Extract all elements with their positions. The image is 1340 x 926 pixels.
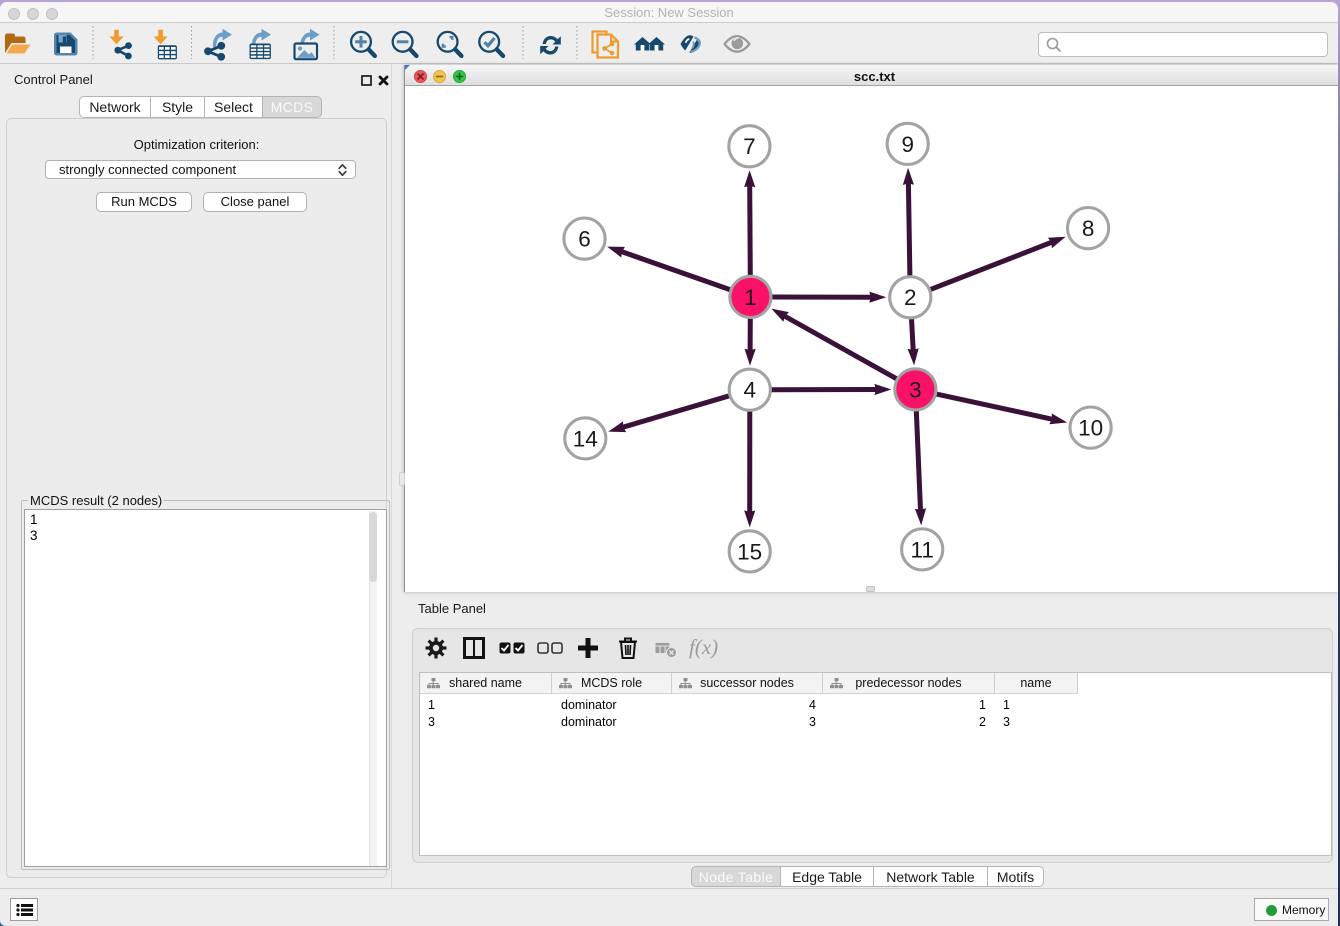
svg-text:14: 14 <box>573 426 598 451</box>
svg-text:3: 3 <box>909 377 922 402</box>
svg-text:11: 11 <box>911 537 934 562</box>
svg-text:10: 10 <box>1078 416 1103 441</box>
svg-text:6: 6 <box>578 227 591 252</box>
svg-text:9: 9 <box>901 132 914 157</box>
svg-text:15: 15 <box>737 539 762 564</box>
svg-text:2: 2 <box>904 285 917 310</box>
svg-text:7: 7 <box>743 134 756 159</box>
svg-text:8: 8 <box>1082 216 1095 241</box>
svg-text:1: 1 <box>744 285 757 310</box>
svg-text:4: 4 <box>744 378 757 403</box>
